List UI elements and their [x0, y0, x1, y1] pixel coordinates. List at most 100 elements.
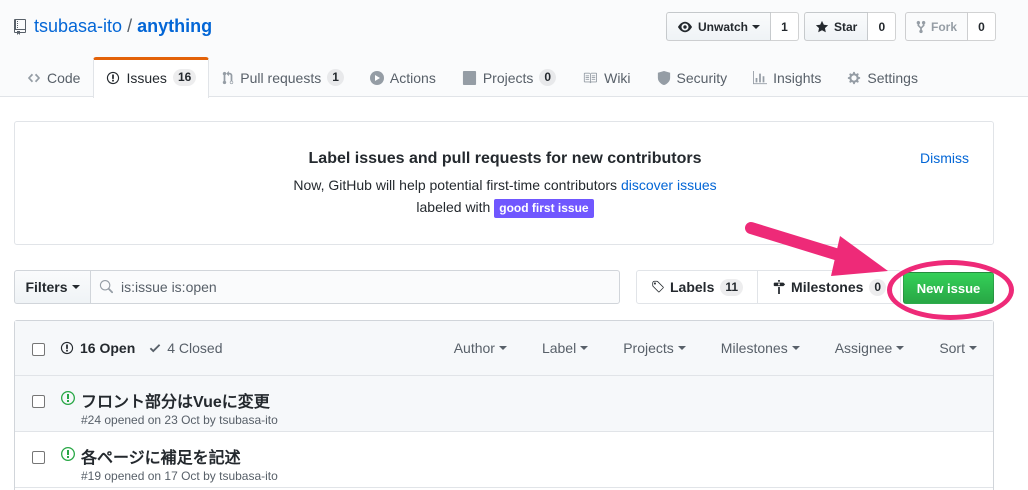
check-icon: [150, 344, 161, 353]
milestones-filter-label: Milestones: [720, 340, 788, 356]
chevron-down-icon: [969, 346, 977, 350]
code-icon: [27, 73, 41, 82]
repo-icon: [14, 18, 26, 35]
author-filter[interactable]: Author: [454, 340, 507, 356]
tab-issues-label: Issues: [126, 69, 167, 86]
issue-meta: #24 opened on 23 Oct by tsubasa-ito: [81, 413, 278, 427]
issue-checkbox[interactable]: [32, 451, 45, 464]
issue-opened-icon: [61, 391, 75, 405]
star-group: Star 0: [804, 12, 897, 41]
tab-projects-label: Projects: [482, 69, 534, 86]
chevron-down-icon: [791, 346, 800, 350]
repo-owner-link[interactable]: tsubasa-ito: [34, 16, 122, 37]
chevron-down-icon: [896, 346, 905, 350]
fork-group: Fork 0: [905, 12, 997, 41]
tab-security[interactable]: Security: [644, 57, 741, 97]
assignee-filter[interactable]: Assignee: [835, 340, 905, 356]
select-all-checkbox[interactable]: [32, 343, 45, 356]
issue-opened-icon: [107, 71, 120, 84]
milestone-icon: [773, 280, 786, 294]
banner-title: Label issues and pull requests for new c…: [308, 150, 702, 167]
closed-count-label: 4 Closed: [167, 340, 223, 356]
projects-counter: 0: [539, 69, 557, 86]
tag-icon: [652, 280, 664, 293]
label-filter-label: Label: [541, 340, 577, 356]
discover-issues-link[interactable]: discover issues: [621, 177, 717, 193]
tab-projects[interactable]: Projects 0: [449, 57, 569, 97]
watch-group: Unwatch 1: [666, 12, 800, 41]
banner-line1-text: Now, GitHub will help potential first-ti…: [293, 177, 618, 193]
unwatch-button[interactable]: Unwatch: [666, 12, 772, 41]
tab-issues[interactable]: Issues 16: [93, 57, 210, 98]
pull-request-icon: [223, 70, 234, 84]
label-filter[interactable]: Label: [541, 340, 589, 356]
issue-opened-icon: [61, 447, 75, 461]
issue-title-link[interactable]: 各ページに補足を記述: [81, 444, 241, 468]
projects-filter[interactable]: Projects: [623, 340, 686, 356]
closed-issues-link[interactable]: 4 Closed: [149, 340, 223, 356]
labels-label: Labels: [670, 279, 715, 295]
tab-pull-requests[interactable]: Pull requests 1: [209, 57, 357, 97]
issue-title-link[interactable]: フロント部分はVueに変更: [81, 388, 270, 412]
tab-code[interactable]: Code: [14, 57, 93, 97]
chevron-down-icon: [752, 24, 761, 29]
unwatch-label: Unwatch: [698, 19, 749, 34]
tab-insights-label: Insights: [773, 69, 822, 86]
projects-filter-label: Projects: [623, 340, 674, 356]
issue-checkbox[interactable]: [32, 395, 45, 408]
milestones-button[interactable]: Milestones 0: [757, 271, 900, 303]
tab-insights[interactable]: Insights: [740, 57, 834, 97]
issue-search-box[interactable]: [90, 270, 620, 304]
book-icon: [583, 72, 598, 83]
tab-actions-label: Actions: [389, 69, 436, 86]
star-count[interactable]: 0: [868, 12, 897, 41]
shield-icon: [657, 70, 670, 85]
repo-header: tsubasa-ito / anything Unwatch 1 Star 0 …: [0, 0, 1028, 98]
issue-opened-icon: [60, 341, 74, 355]
fork-count[interactable]: 0: [968, 12, 997, 41]
open-count-label: 16 Open: [80, 340, 136, 356]
watch-count[interactable]: 1: [771, 12, 800, 41]
dismiss-link[interactable]: Dismiss: [920, 150, 969, 166]
tab-settings-label: Settings: [867, 69, 918, 86]
pull-requests-counter: 1: [327, 69, 344, 86]
banner-line2-text: labeled with: [416, 199, 491, 215]
new-issue-button[interactable]: New issue: [903, 272, 994, 304]
filters-label: Filters: [25, 279, 68, 295]
author-filter-label: Author: [453, 340, 495, 356]
chevron-down-icon: [71, 285, 80, 289]
fork-button[interactable]: Fork: [905, 12, 969, 41]
tab-wiki[interactable]: Wiki: [569, 57, 643, 97]
tab-settings[interactable]: Settings: [834, 57, 931, 97]
list-header-filters: Author Label Projects Milestones Assigne…: [419, 340, 977, 356]
issues-list-header: 16 Open 4 Closed Author Label Projects M…: [15, 321, 993, 376]
issues-counter: 16: [172, 69, 197, 86]
good-first-issue-label[interactable]: good first issue: [494, 199, 594, 218]
tab-pull-requests-label: Pull requests: [240, 69, 322, 86]
fork-icon: [916, 20, 926, 33]
search-input[interactable]: [121, 279, 601, 295]
labels-button[interactable]: Labels 11: [637, 271, 757, 303]
play-icon: [369, 70, 384, 85]
issue-meta: #19 opened on 17 Oct by tsubasa-ito: [81, 469, 278, 483]
issue-row[interactable]: 各ページに補足を記述 #19 opened on 17 Oct by tsuba…: [15, 432, 993, 488]
labels-counter: 11: [720, 278, 744, 296]
graph-icon: [753, 70, 768, 84]
issue-row[interactable]: フロント部分はVueに変更 #24 opened on 23 Oct by ts…: [15, 376, 993, 432]
star-label: Star: [834, 19, 858, 34]
tab-code-label: Code: [47, 69, 81, 86]
assignee-filter-label: Assignee: [834, 340, 893, 356]
chevron-down-icon: [677, 346, 686, 350]
star-icon: [815, 20, 829, 32]
open-issues-link[interactable]: 16 Open: [60, 340, 135, 356]
repo-name-link[interactable]: anything: [137, 16, 212, 37]
star-button[interactable]: Star: [804, 12, 869, 41]
repo-nav-tabs: Code Issues 16 Pull requests 1 Actions P…: [14, 57, 931, 98]
tab-security-label: Security: [676, 69, 728, 86]
eye-icon: [678, 21, 692, 32]
milestones-counter: 0: [869, 278, 887, 296]
filters-button[interactable]: Filters: [14, 270, 91, 304]
milestones-filter[interactable]: Milestones: [721, 340, 800, 356]
sort-filter[interactable]: Sort: [939, 340, 977, 356]
tab-actions[interactable]: Actions: [357, 57, 449, 97]
